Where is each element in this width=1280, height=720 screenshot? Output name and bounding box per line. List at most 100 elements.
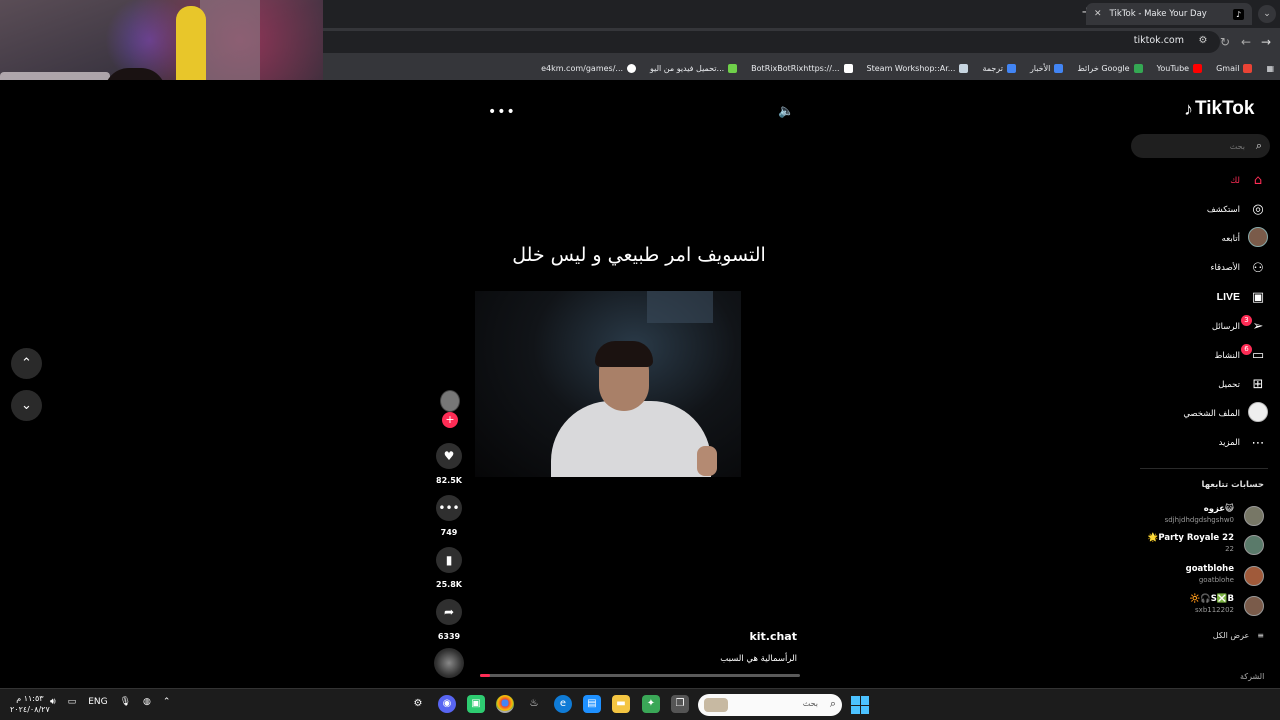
show-hidden-icons-chevron-icon[interactable]: ⌃ bbox=[163, 697, 171, 707]
steam-taskbar-icon[interactable]: ♨ bbox=[525, 695, 543, 713]
following-name: 🔆🎧S❎B bbox=[1189, 594, 1234, 604]
share-icon[interactable]: ➦ bbox=[436, 599, 462, 625]
search-icon: ⌕ bbox=[829, 697, 836, 710]
tab-tiktok[interactable]: ✕ TikTok - Make Your Day ♪ bbox=[1086, 3, 1252, 25]
network-icon[interactable]: ▭ bbox=[68, 697, 77, 707]
sidebar-item-for-you[interactable]: لك ⌂ bbox=[1140, 166, 1268, 195]
sidebar-item-activity[interactable]: النشاط ▭ 6 bbox=[1140, 341, 1268, 370]
sidebar-item-profile[interactable]: الملف الشخصي bbox=[1140, 400, 1268, 429]
bookmark-gmail[interactable]: Gmail bbox=[1216, 63, 1253, 73]
task-view-icon[interactable]: ❐ bbox=[671, 695, 689, 713]
tiktok-logo[interactable]: ♪ TikTok bbox=[1184, 98, 1254, 120]
bookmark-video-download[interactable]: تحميل فيديو من اليو... bbox=[650, 63, 738, 73]
comment-icon[interactable]: ••• bbox=[436, 495, 462, 521]
previous-video-chevron-up-icon[interactable]: ⌃ bbox=[11, 348, 42, 379]
apps-grid-icon[interactable]: ▦ bbox=[1266, 64, 1274, 73]
sidebar-item-live[interactable]: LIVE ▣ bbox=[1140, 283, 1268, 312]
following-avatar bbox=[1244, 566, 1264, 586]
following-account[interactable]: 🌟Party Royale 22 22 bbox=[1130, 533, 1264, 559]
video-more-options-icon[interactable]: ••• bbox=[488, 104, 516, 120]
system-tray: 🔊︎ ▭ ENG 🎙︎ ◍ ⌃ bbox=[50, 697, 170, 707]
bookmark-label: YouTube bbox=[1156, 63, 1190, 73]
chrome-icon[interactable] bbox=[496, 695, 514, 713]
taskbar-search-placeholder: بحث bbox=[802, 699, 818, 708]
sidebar-item-following[interactable]: أتابعه bbox=[1140, 224, 1268, 253]
video-person-hair bbox=[595, 341, 653, 367]
creator-avatar[interactable] bbox=[440, 390, 460, 412]
settings-gear-icon[interactable]: ⚙ bbox=[409, 695, 427, 713]
home-icon: ⌂ bbox=[1253, 173, 1263, 189]
taskbar-search[interactable]: بحث ⌕ bbox=[698, 694, 842, 716]
bookmarks-bar: ▦ Gmail YouTube خرائط Google الأخبار ترج… bbox=[323, 56, 1280, 80]
reload-icon[interactable]: ↻ bbox=[1217, 34, 1233, 50]
windows-start-icon[interactable] bbox=[851, 696, 869, 714]
tab-search-chevron-icon[interactable]: ⌄ bbox=[1258, 5, 1276, 23]
sidebar-divider bbox=[1140, 468, 1268, 469]
xbox-app-icon[interactable]: ✦ bbox=[642, 695, 660, 713]
volume-icon[interactable]: 🔈 bbox=[778, 104, 794, 119]
bookmark-steam-workshop[interactable]: Steam Workshop::Ar... bbox=[867, 63, 969, 73]
following-account[interactable]: 🔆🎧S❎B sxb112202 bbox=[1130, 594, 1264, 620]
video-progress-bar[interactable] bbox=[480, 674, 800, 677]
store-icon[interactable]: ▤ bbox=[583, 695, 601, 713]
sidebar-item-label: الرسائل bbox=[1211, 321, 1240, 332]
video-player[interactable] bbox=[475, 291, 741, 477]
follow-plus-icon[interactable]: + bbox=[442, 412, 458, 428]
sidebar-nav: لك ⌂ استكشف ◎ أتابعه الأصدقاء ⚇ LIVE ▣ ا… bbox=[1140, 166, 1268, 458]
address-bar[interactable]: tiktok.com ⚙ bbox=[323, 31, 1220, 53]
microphone-icon[interactable]: 🎙︎ bbox=[120, 697, 131, 707]
language-indicator[interactable]: ENG bbox=[88, 697, 107, 707]
youtube-icon bbox=[1193, 63, 1203, 73]
bookmark-e4km[interactable]: e4km.com/games/... bbox=[541, 63, 637, 73]
sidebar-item-label: المزيد bbox=[1218, 438, 1240, 449]
sound-disc-icon[interactable] bbox=[434, 648, 464, 678]
close-tab-icon[interactable]: ✕ bbox=[1094, 9, 1102, 19]
bookmark-icon[interactable]: ▮ bbox=[436, 547, 462, 573]
app-green-icon[interactable]: ▣ bbox=[467, 695, 485, 713]
search-icon[interactable]: ⌕ bbox=[1256, 139, 1262, 153]
video-description: الرأسمالية هي السبب bbox=[720, 654, 797, 664]
sidebar-item-more[interactable]: المزيد ⋯ bbox=[1140, 429, 1268, 458]
bookmark-news[interactable]: الأخبار bbox=[1030, 63, 1064, 73]
bookmark-label: خرائط Google bbox=[1077, 63, 1130, 73]
following-account[interactable]: عزوه😺 sdjhjdhdgdshgshw0 bbox=[1130, 504, 1264, 530]
site-settings-icon[interactable]: ⚙ bbox=[1196, 35, 1210, 49]
next-video-chevron-down-icon[interactable]: ⌄ bbox=[11, 390, 42, 421]
bookmark-botrix[interactable]: BotRixBotRixhttps://... bbox=[751, 63, 853, 73]
sidebar-item-upload[interactable]: تحميل ⊞ bbox=[1140, 370, 1268, 399]
bookmark-label: Gmail bbox=[1216, 63, 1240, 73]
file-explorer-icon[interactable]: ▬ bbox=[612, 695, 630, 713]
video-caption-overlay: التسويف امر طبيعي و ليس خلل bbox=[512, 244, 766, 266]
search-input[interactable] bbox=[1141, 134, 1245, 158]
see-all-link[interactable]: عرض الكل ≡ bbox=[1140, 631, 1264, 640]
upload-icon: ⊞ bbox=[1252, 377, 1264, 393]
sidebar-item-explore[interactable]: استكشف ◎ bbox=[1140, 195, 1268, 224]
forward-icon[interactable]: → bbox=[1258, 34, 1274, 50]
bookmark-google-maps[interactable]: خرائط Google bbox=[1077, 63, 1143, 73]
bookmark-translate[interactable]: ترجمة bbox=[982, 63, 1016, 73]
discord-icon[interactable]: ◉ bbox=[438, 695, 456, 713]
more-icon: ⋯ bbox=[1251, 435, 1265, 451]
sidebar-item-messages[interactable]: الرسائل ➢ 3 bbox=[1140, 312, 1268, 341]
following-avatar bbox=[1244, 535, 1264, 555]
save-count: 25.8K bbox=[436, 580, 462, 589]
url-text[interactable]: tiktok.com bbox=[1134, 35, 1184, 46]
video-author-name[interactable]: kit.chat bbox=[700, 630, 797, 643]
speaker-icon[interactable]: 🔊︎ bbox=[50, 697, 56, 707]
back-icon[interactable]: ← bbox=[1238, 34, 1254, 50]
search-box[interactable]: ⌕ bbox=[1131, 134, 1270, 158]
see-all-label: عرض الكل bbox=[1212, 631, 1250, 640]
news-icon bbox=[1054, 63, 1064, 73]
following-account[interactable]: goatblohe goatblohe bbox=[1130, 564, 1264, 590]
sidebar-item-friends[interactable]: الأصدقاء ⚇ bbox=[1140, 254, 1268, 283]
bookmark-label: BotRixBotRixhttps://... bbox=[751, 63, 840, 73]
gmail-icon bbox=[1243, 63, 1253, 73]
footer-company-link[interactable]: الشركة bbox=[1240, 672, 1264, 681]
like-heart-icon[interactable]: ♥ bbox=[436, 443, 462, 469]
tray-app-icon[interactable]: ◍ bbox=[143, 697, 151, 707]
windows-taskbar: ١١:٥٣ م ٢٠٢٤/٠٨/٢٧ 🔊︎ ▭ ENG 🎙︎ ◍ ⌃ ⚙ ◉ ▣… bbox=[0, 688, 1280, 720]
bookmark-youtube[interactable]: YouTube bbox=[1156, 63, 1203, 73]
edge-icon[interactable]: e bbox=[554, 695, 572, 713]
video-window bbox=[647, 291, 713, 323]
taskbar-clock[interactable]: ١١:٥٣ م ٢٠٢٤/٠٨/٢٧ bbox=[10, 693, 50, 715]
